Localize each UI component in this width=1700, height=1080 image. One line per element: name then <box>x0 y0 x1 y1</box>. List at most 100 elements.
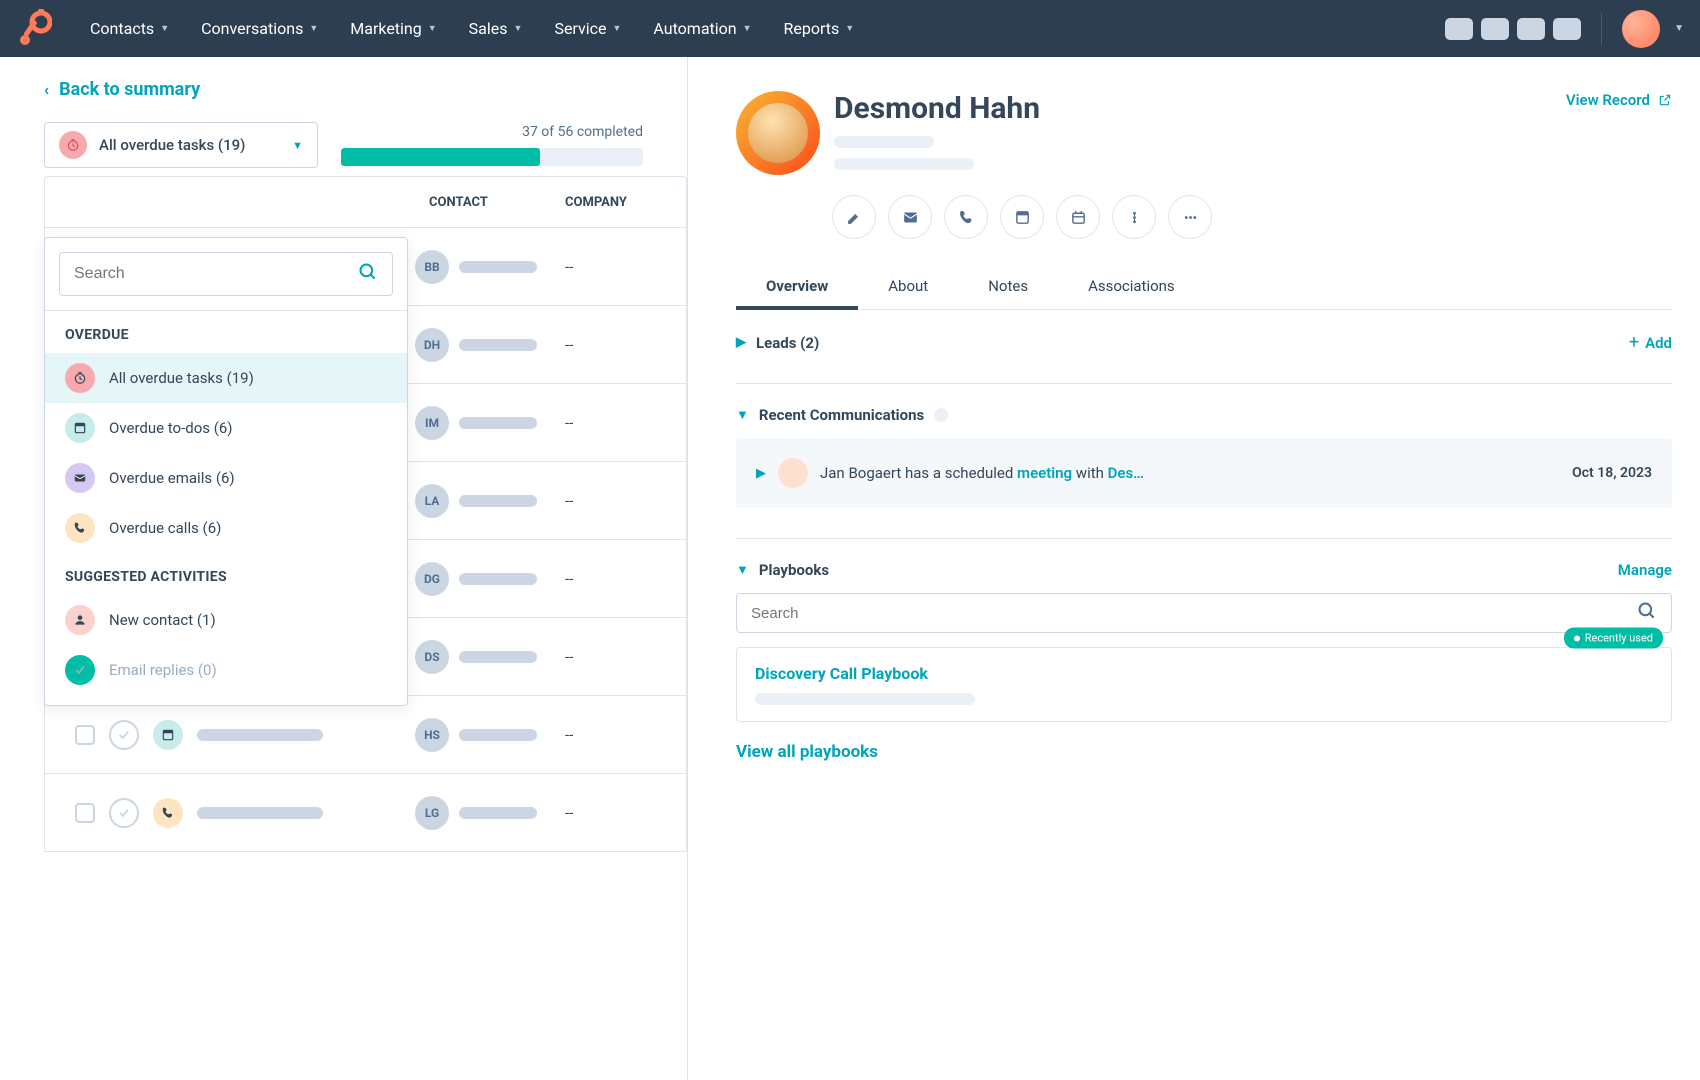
clock-icon <box>59 131 87 159</box>
contact-detail-placeholder <box>834 158 974 170</box>
contact-name-placeholder <box>459 261 537 273</box>
comm-text: Jan Bogaert has a scheduled meeting with… <box>820 464 1560 482</box>
tab-notes[interactable]: Notes <box>958 263 1058 309</box>
task-title-placeholder <box>197 729 323 741</box>
nav-marketing[interactable]: Marketing▼ <box>336 11 450 46</box>
table-header: CONTACT COMPANY <box>44 176 687 228</box>
meeting-link[interactable]: meeting <box>1017 464 1072 482</box>
contact-link[interactable]: Des… <box>1108 464 1144 482</box>
contact-avatar: IM <box>415 406 449 440</box>
dropdown-item-label: All overdue tasks (19) <box>109 369 254 387</box>
playbook-search[interactable] <box>736 593 1672 633</box>
email-action[interactable] <box>888 195 932 239</box>
note-action[interactable] <box>832 195 876 239</box>
contact-avatar: HS <box>415 718 449 752</box>
contact-avatar: DG <box>415 562 449 596</box>
playbook-search-input[interactable] <box>751 605 1637 622</box>
company-cell: -- <box>551 726 573 744</box>
task-filter-dropdown[interactable]: All overdue tasks (19) ▼ <box>44 122 318 168</box>
dropdown-item-label: Overdue to-dos (6) <box>109 419 233 437</box>
contact-name-placeholder <box>459 807 537 819</box>
dropdown-item[interactable]: Overdue emails (6) <box>45 453 407 503</box>
contact-name: Desmond Hahn <box>834 91 1552 126</box>
contact-name-placeholder <box>459 495 537 507</box>
row-checkbox[interactable] <box>75 803 95 823</box>
nav-service[interactable]: Service▼ <box>540 11 635 46</box>
user-avatar[interactable] <box>1622 10 1660 48</box>
dropdown-item[interactable]: Overdue to-dos (6) <box>45 403 407 453</box>
company-cell: -- <box>551 414 573 432</box>
hubspot-logo[interactable] <box>16 9 52 49</box>
log-action[interactable] <box>1000 195 1044 239</box>
playbooks-label: Playbooks <box>759 561 829 579</box>
task-title-placeholder <box>197 807 323 819</box>
nav-slot-3[interactable] <box>1517 18 1545 40</box>
nav-divider <box>1601 13 1602 45</box>
dropdown-item[interactable]: All overdue tasks (19) <box>45 353 407 403</box>
contact-avatar: LG <box>415 796 449 830</box>
recent-comm-label: Recent Communications <box>759 406 924 424</box>
tab-about[interactable]: About <box>858 263 958 309</box>
record-tabs: Overview About Notes Associations <box>736 263 1672 310</box>
dropdown-search[interactable] <box>59 252 393 296</box>
dropdown-item[interactable]: Email replies (0) <box>45 645 407 695</box>
tasks-panel: ‹ Back to summary All overdue tasks (19)… <box>0 57 688 1080</box>
filter-dropdown-panel: OVERDUE All overdue tasks (19)Overdue to… <box>44 237 408 706</box>
nav-sales[interactable]: Sales▼ <box>455 11 537 46</box>
view-all-playbooks[interactable]: View all playbooks <box>736 742 1672 762</box>
progress-text: 37 of 56 completed <box>341 124 643 140</box>
chevron-right-icon[interactable]: ▶ <box>736 335 746 350</box>
call-action[interactable] <box>944 195 988 239</box>
back-to-summary[interactable]: ‹ Back to summary <box>44 79 200 100</box>
more-actions[interactable] <box>1168 195 1212 239</box>
nav-reports[interactable]: Reports▼ <box>770 11 869 46</box>
chevron-right-icon[interactable]: ▶ <box>756 466 766 481</box>
dropdown-item[interactable]: Overdue calls (6) <box>45 503 407 553</box>
leads-label: Leads (2) <box>756 334 819 352</box>
add-lead-button[interactable]: +Add <box>1629 332 1672 353</box>
dropdown-item[interactable]: New contact (1) <box>45 595 407 645</box>
col-contact: CONTACT <box>415 195 551 210</box>
playbook-desc-placeholder <box>755 693 975 705</box>
nav-slot-1[interactable] <box>1445 18 1473 40</box>
playbook-card[interactable]: Recently used Discovery Call Playbook <box>736 647 1672 722</box>
view-record-link[interactable]: View Record <box>1566 91 1672 109</box>
task-action[interactable] <box>1056 195 1100 239</box>
company-cell: -- <box>551 648 573 666</box>
call-icon <box>65 513 95 543</box>
meeting-action[interactable] <box>1112 195 1156 239</box>
table-row[interactable]: HS -- <box>44 696 687 774</box>
complete-button[interactable] <box>109 798 139 828</box>
nav-slot-4[interactable] <box>1553 18 1581 40</box>
record-panel: Desmond Hahn View Record Overview About … <box>688 57 1700 1080</box>
contact-subtitle-placeholder <box>834 136 934 148</box>
row-checkbox[interactable] <box>75 725 95 745</box>
contact-name-placeholder <box>459 417 537 429</box>
nav-conversations[interactable]: Conversations▼ <box>187 11 332 46</box>
dropdown-item-label: New contact (1) <box>109 611 216 629</box>
contact-avatar: LA <box>415 484 449 518</box>
table-row[interactable]: LG-- <box>44 774 687 852</box>
recently-used-badge: Recently used <box>1564 628 1663 649</box>
manage-playbooks[interactable]: Manage <box>1618 561 1672 579</box>
email-icon <box>65 463 95 493</box>
contact-name-placeholder <box>459 651 537 663</box>
comm-avatar <box>778 458 808 488</box>
dropdown-search-input[interactable] <box>74 265 358 283</box>
nav-automation[interactable]: Automation▼ <box>639 11 765 46</box>
playbook-title: Discovery Call Playbook <box>755 664 1653 683</box>
tab-overview[interactable]: Overview <box>736 263 858 309</box>
chevron-down-icon[interactable]: ▼ <box>736 562 749 578</box>
col-company: COMPANY <box>551 195 627 210</box>
top-nav: Contacts▼ Conversations▼ Marketing▼ Sale… <box>0 0 1700 57</box>
search-icon <box>1637 601 1657 626</box>
complete-button[interactable] <box>109 720 139 750</box>
tab-associations[interactable]: Associations <box>1058 263 1205 309</box>
clock-icon <box>65 363 95 393</box>
nav-slot-2[interactable] <box>1481 18 1509 40</box>
nav-contacts[interactable]: Contacts▼ <box>76 11 183 46</box>
progress-bar <box>341 148 643 166</box>
user-menu-caret[interactable]: ▼ <box>1674 23 1684 34</box>
communication-item[interactable]: ▶ Jan Bogaert has a scheduled meeting wi… <box>736 438 1672 508</box>
chevron-down-icon[interactable]: ▼ <box>736 407 749 423</box>
